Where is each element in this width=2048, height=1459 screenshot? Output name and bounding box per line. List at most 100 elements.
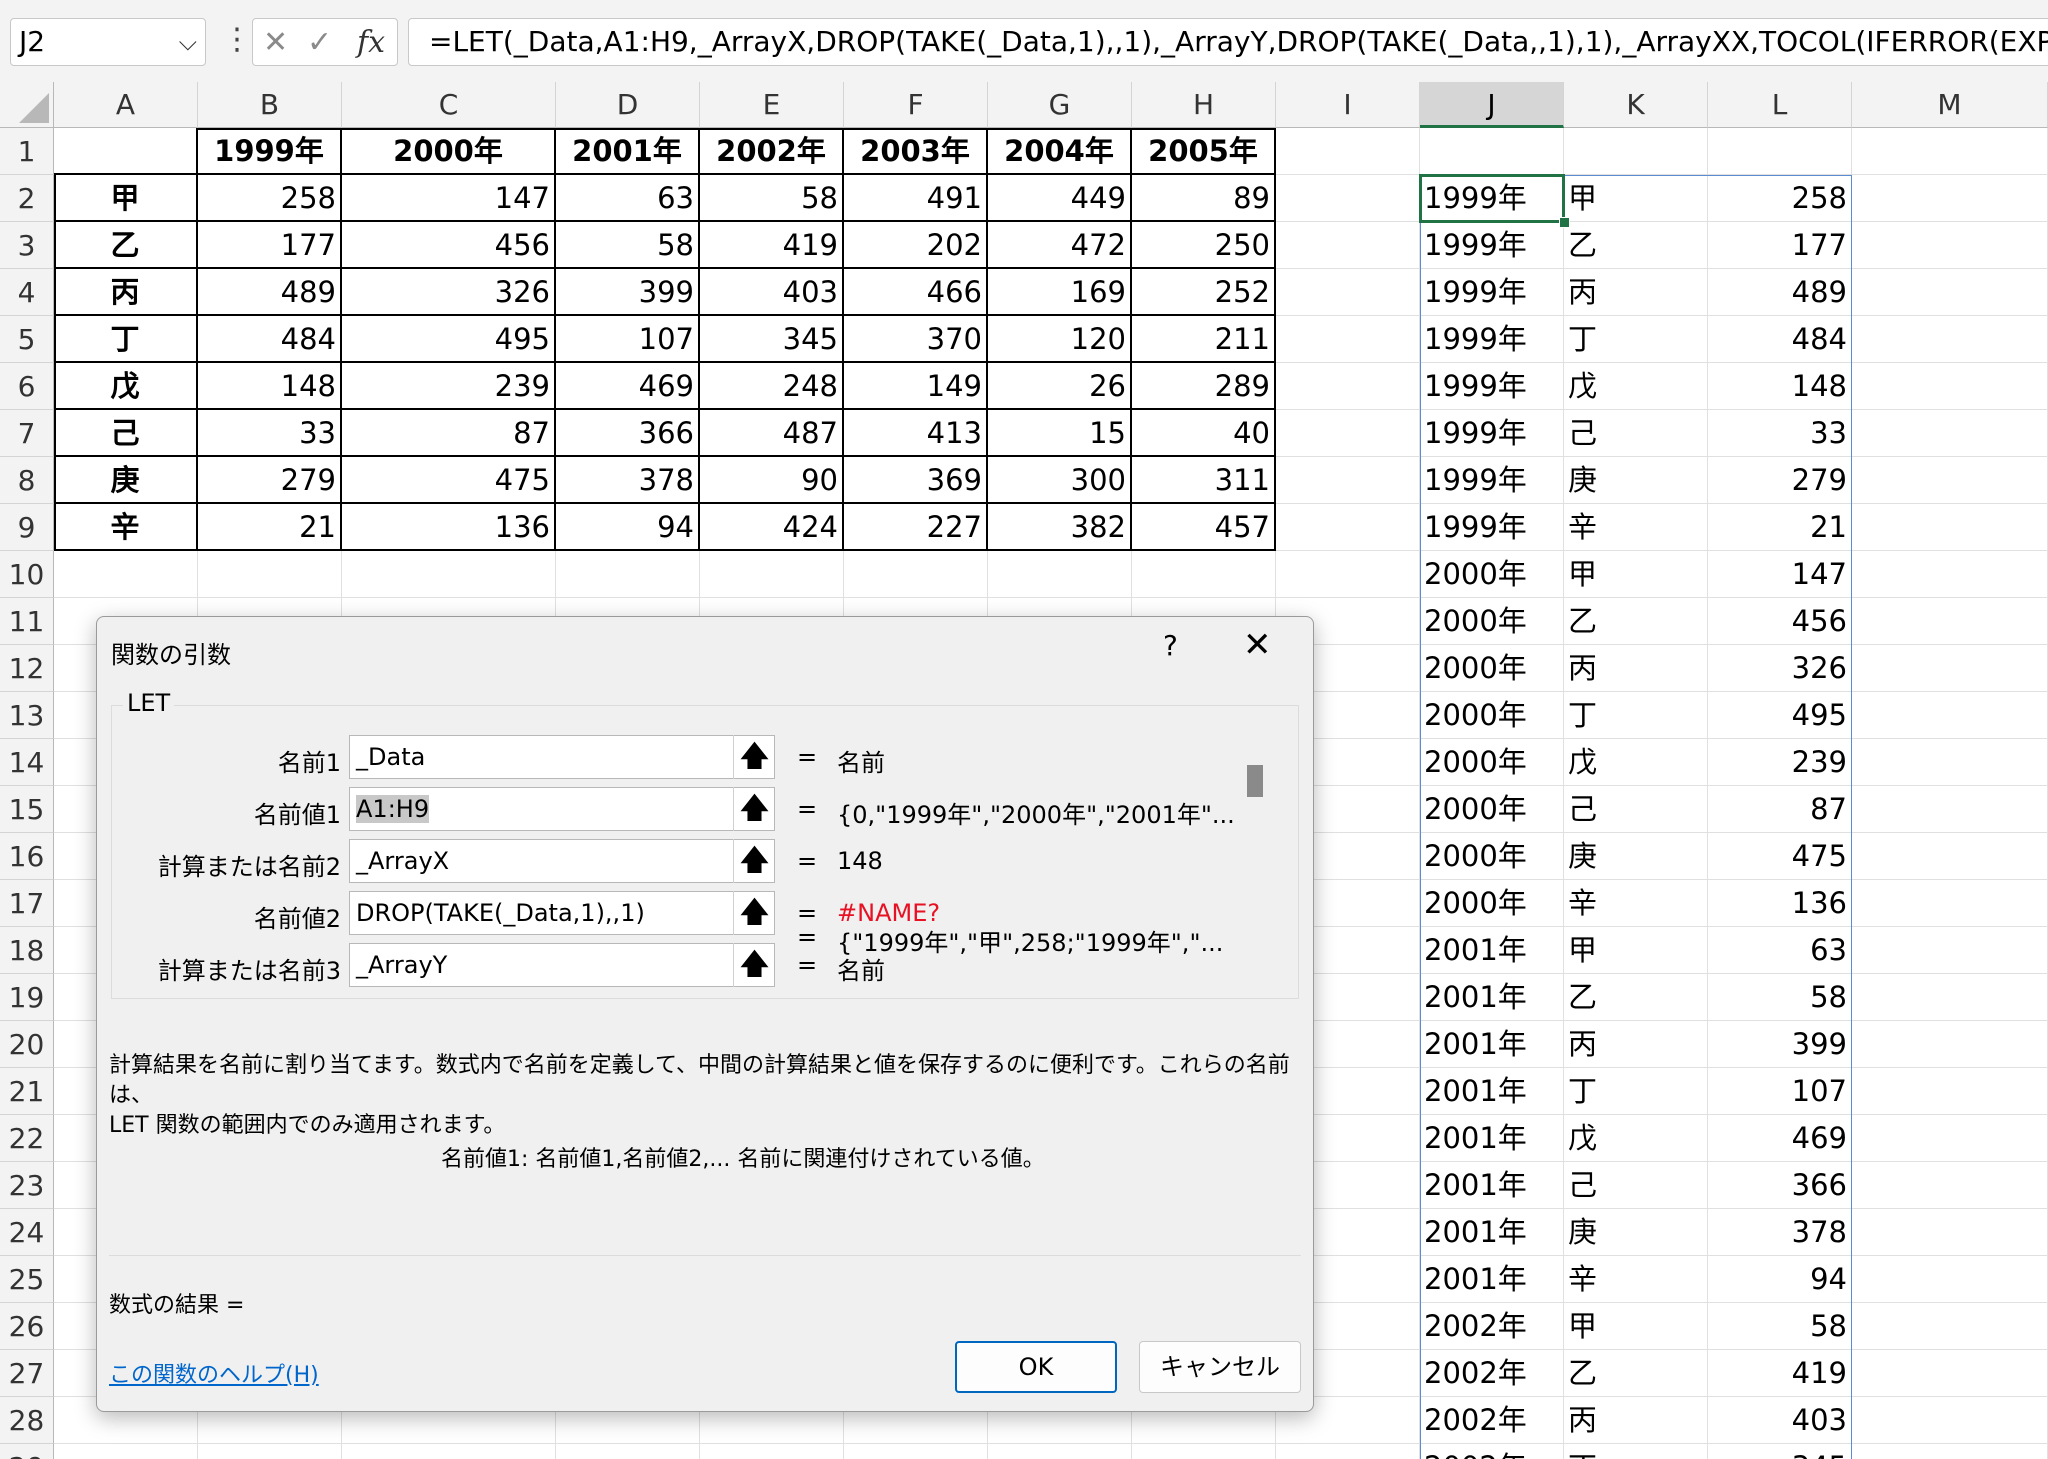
table-value-cell[interactable]: 136: [342, 504, 556, 551]
table-value-cell[interactable]: 227: [844, 504, 988, 551]
cell[interactable]: [1852, 833, 2048, 880]
column-header-i[interactable]: I: [1276, 82, 1420, 128]
spill-year-cell[interactable]: 2000年: [1420, 833, 1564, 880]
cell[interactable]: [1852, 880, 2048, 927]
spill-year-cell[interactable]: 2002年: [1420, 1444, 1564, 1459]
column-header-c[interactable]: C: [342, 82, 556, 128]
spill-year-cell[interactable]: 1999年: [1420, 457, 1564, 504]
cell[interactable]: [844, 551, 988, 598]
cell[interactable]: [556, 1444, 700, 1459]
spill-value-cell[interactable]: 33: [1708, 410, 1852, 457]
row-header-1[interactable]: 1: [0, 128, 54, 175]
spill-label-cell[interactable]: 丁: [1564, 1444, 1708, 1459]
row-header-12[interactable]: 12: [0, 645, 54, 692]
spill-label-cell[interactable]: 丙: [1564, 269, 1708, 316]
table-value-cell[interactable]: 107: [556, 316, 700, 363]
confirm-entry-icon[interactable]: ✓: [307, 25, 332, 60]
cell[interactable]: [556, 551, 700, 598]
spill-label-cell[interactable]: 丁: [1564, 1068, 1708, 1115]
spill-year-cell[interactable]: 1999年: [1420, 222, 1564, 269]
ok-button[interactable]: OK: [955, 1341, 1117, 1393]
cell[interactable]: [1852, 1162, 2048, 1209]
more-options-icon[interactable]: ⋮: [222, 22, 252, 57]
row-header-4[interactable]: 4: [0, 269, 54, 316]
table-value-cell[interactable]: 63: [556, 175, 700, 222]
spill-label-cell[interactable]: 己: [1564, 786, 1708, 833]
cell[interactable]: [844, 1444, 988, 1459]
cell[interactable]: [1852, 175, 2048, 222]
row-header-8[interactable]: 8: [0, 457, 54, 504]
spill-year-cell[interactable]: 2001年: [1420, 1256, 1564, 1303]
column-header-m[interactable]: M: [1852, 82, 2048, 128]
spill-label-cell[interactable]: 丙: [1564, 1021, 1708, 1068]
spill-label-cell[interactable]: 辛: [1564, 504, 1708, 551]
row-header-25[interactable]: 25: [0, 1256, 54, 1303]
table-header-cell[interactable]: 1999年: [198, 128, 342, 175]
collapse-dialog-icon[interactable]: 🡅: [733, 943, 775, 987]
cell[interactable]: [1852, 363, 2048, 410]
row-header-27[interactable]: 27: [0, 1350, 54, 1397]
spill-year-cell[interactable]: 2000年: [1420, 739, 1564, 786]
cell[interactable]: [1276, 410, 1420, 457]
row-header-18[interactable]: 18: [0, 927, 54, 974]
spill-label-cell[interactable]: 庚: [1564, 457, 1708, 504]
row-header-5[interactable]: 5: [0, 316, 54, 363]
table-header-cell[interactable]: 2005年: [1132, 128, 1276, 175]
column-header-l[interactable]: L: [1708, 82, 1852, 128]
spill-year-cell[interactable]: 2001年: [1420, 1115, 1564, 1162]
table-value-cell[interactable]: 300: [988, 457, 1132, 504]
spill-label-cell[interactable]: 乙: [1564, 222, 1708, 269]
spill-year-cell[interactable]: 2001年: [1420, 974, 1564, 1021]
cell[interactable]: [1852, 316, 2048, 363]
spill-value-cell[interactable]: 456: [1708, 598, 1852, 645]
table-value-cell[interactable]: 147: [342, 175, 556, 222]
table-value-cell[interactable]: 248: [700, 363, 844, 410]
cell[interactable]: [1852, 128, 2048, 175]
row-header-2[interactable]: 2: [0, 175, 54, 222]
row-header-15[interactable]: 15: [0, 786, 54, 833]
table-value-cell[interactable]: 489: [198, 269, 342, 316]
insert-function-icon[interactable]: fx: [357, 25, 385, 60]
row-header-17[interactable]: 17: [0, 880, 54, 927]
spill-label-cell[interactable]: 己: [1564, 410, 1708, 457]
cell[interactable]: [54, 1444, 198, 1459]
cell[interactable]: [1852, 1115, 2048, 1162]
argument-input[interactable]: _ArrayY: [349, 943, 775, 987]
spill-value-cell[interactable]: 475: [1708, 833, 1852, 880]
collapse-dialog-icon[interactable]: 🡅: [733, 839, 775, 883]
spill-value-cell[interactable]: 63: [1708, 927, 1852, 974]
table-header-cell[interactable]: 2000年: [342, 128, 556, 175]
table-header-cell[interactable]: 2004年: [988, 128, 1132, 175]
row-header-20[interactable]: 20: [0, 1021, 54, 1068]
table-value-cell[interactable]: 94: [556, 504, 700, 551]
collapse-dialog-icon[interactable]: 🡅: [733, 891, 775, 935]
cell[interactable]: [1276, 175, 1420, 222]
table-value-cell[interactable]: 449: [988, 175, 1132, 222]
cell[interactable]: [1276, 363, 1420, 410]
spill-value-cell[interactable]: 136: [1708, 880, 1852, 927]
row-header-13[interactable]: 13: [0, 692, 54, 739]
cell[interactable]: [1852, 692, 2048, 739]
cell[interactable]: [1276, 222, 1420, 269]
argument-input[interactable]: A1:H9: [349, 787, 775, 831]
table-value-cell[interactable]: 469: [556, 363, 700, 410]
table-value-cell[interactable]: 403: [700, 269, 844, 316]
table-value-cell[interactable]: 366: [556, 410, 700, 457]
table-value-cell[interactable]: 90: [700, 457, 844, 504]
spill-year-cell[interactable]: 2001年: [1420, 1209, 1564, 1256]
select-all-button[interactable]: [0, 82, 54, 128]
table-value-cell[interactable]: 202: [844, 222, 988, 269]
row-header-9[interactable]: 9: [0, 504, 54, 551]
table-value-cell[interactable]: 177: [198, 222, 342, 269]
spill-value-cell[interactable]: 469: [1708, 1115, 1852, 1162]
spill-value-cell[interactable]: 21: [1708, 504, 1852, 551]
function-help-link[interactable]: この関数のヘルプ(H): [109, 1357, 319, 1389]
table-value-cell[interactable]: 424: [700, 504, 844, 551]
spill-value-cell[interactable]: 403: [1708, 1397, 1852, 1444]
name-box[interactable]: J2 ⌵: [10, 18, 206, 66]
spill-value-cell[interactable]: 489: [1708, 269, 1852, 316]
spill-year-cell[interactable]: 2001年: [1420, 1021, 1564, 1068]
spill-label-cell[interactable]: 戊: [1564, 363, 1708, 410]
cell[interactable]: [700, 551, 844, 598]
spill-value-cell[interactable]: 87: [1708, 786, 1852, 833]
